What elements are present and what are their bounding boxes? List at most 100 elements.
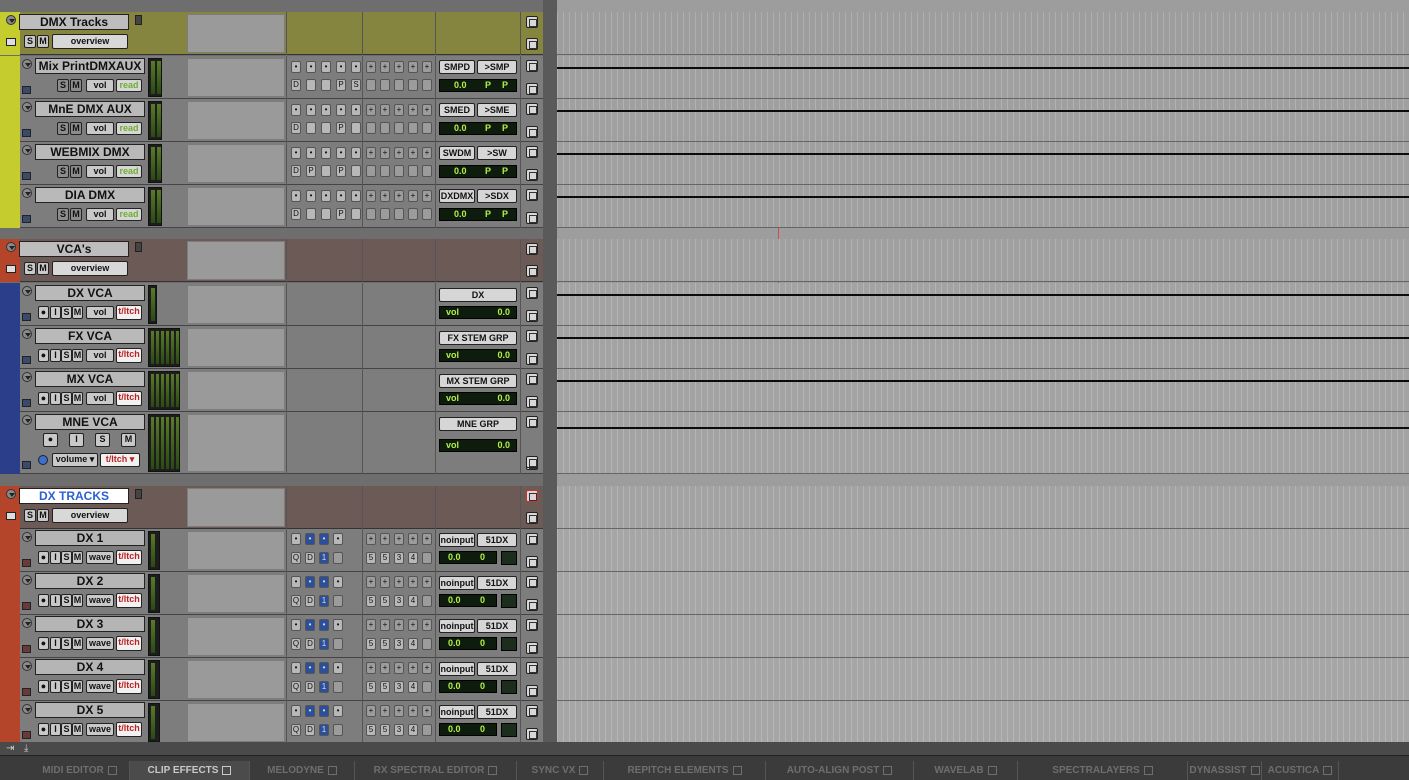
insert-slot-a[interactable]: • bbox=[306, 190, 316, 202]
send-slot[interactable]: + bbox=[366, 705, 376, 717]
solo-button[interactable]: S bbox=[61, 637, 72, 650]
insert-slot-b[interactable] bbox=[321, 208, 331, 220]
timeline-row[interactable] bbox=[557, 326, 1409, 369]
mute-button[interactable]: M bbox=[70, 122, 82, 135]
insert-slot-a[interactable]: • bbox=[305, 705, 315, 717]
volume-display[interactable]: vol 0.0 bbox=[439, 306, 517, 319]
insert-slot-empty[interactable] bbox=[333, 595, 343, 607]
mute-button[interactable]: M bbox=[70, 165, 82, 178]
insert-slot-a[interactable]: • bbox=[291, 662, 301, 674]
folder-disclosure-icon[interactable] bbox=[6, 242, 16, 252]
insert-slot-a[interactable]: • bbox=[306, 61, 316, 73]
send-slot-empty[interactable] bbox=[422, 638, 432, 650]
timeline-row[interactable] bbox=[557, 486, 1409, 529]
solo-button[interactable]: S bbox=[57, 165, 69, 178]
insert-slot-empty[interactable] bbox=[333, 724, 343, 736]
folder-grip-icon[interactable] bbox=[135, 15, 142, 25]
playlist-icon[interactable] bbox=[526, 212, 538, 224]
insert-slot-a[interactable]: • bbox=[291, 533, 301, 545]
disclosure-triangle-icon[interactable] bbox=[22, 415, 32, 425]
playlist-icon[interactable] bbox=[526, 685, 538, 697]
send-slot-b[interactable]: 4 bbox=[408, 638, 418, 650]
insert-slot-b[interactable]: S bbox=[351, 79, 361, 91]
automation-line[interactable] bbox=[557, 153, 1409, 155]
output-window-icon[interactable] bbox=[526, 287, 538, 299]
send-slot[interactable]: + bbox=[380, 662, 390, 674]
insert-slot-a[interactable]: • bbox=[305, 619, 315, 631]
volume-display[interactable]: 0.0 0 bbox=[439, 723, 497, 736]
send-slot-empty[interactable] bbox=[366, 208, 376, 220]
folder-grip-icon[interactable] bbox=[135, 489, 142, 499]
solo-button[interactable]: S bbox=[61, 349, 72, 362]
mute-button[interactable]: M bbox=[72, 306, 83, 319]
disclosure-triangle-icon[interactable] bbox=[22, 145, 32, 155]
view-selector[interactable]: vol bbox=[86, 122, 114, 135]
input-selector[interactable]: noinput bbox=[439, 705, 475, 719]
insert-slot-b[interactable] bbox=[321, 122, 331, 134]
insert-slot-b[interactable]: 1 bbox=[319, 724, 329, 736]
playlist-icon[interactable] bbox=[526, 512, 538, 524]
insert-slot-a[interactable]: • bbox=[336, 61, 346, 73]
disclosure-triangle-icon[interactable] bbox=[22, 188, 32, 198]
send-slot-empty[interactable] bbox=[422, 165, 432, 177]
view-selector[interactable]: wave bbox=[86, 637, 114, 650]
automation-line[interactable] bbox=[557, 67, 1409, 69]
send-slot-empty[interactable] bbox=[366, 79, 376, 91]
send-slot[interactable]: + bbox=[394, 61, 404, 73]
playlist-icon[interactable] bbox=[526, 728, 538, 740]
timeline-row[interactable] bbox=[557, 56, 1409, 99]
insert-slot-a[interactable]: • bbox=[321, 147, 331, 159]
view-selector[interactable]: vol bbox=[86, 392, 114, 405]
solo-button[interactable]: S bbox=[57, 79, 69, 92]
send-slot-empty[interactable] bbox=[422, 79, 432, 91]
insert-slot-a[interactable]: • bbox=[351, 147, 361, 159]
input-button[interactable]: I bbox=[50, 680, 61, 693]
record-button[interactable]: ● bbox=[38, 637, 49, 650]
view-selector[interactable]: wave bbox=[86, 680, 114, 693]
playlist-icon[interactable] bbox=[526, 599, 538, 611]
record-button[interactable]: ● bbox=[38, 392, 49, 405]
output-selector[interactable]: 51DX bbox=[477, 705, 517, 719]
insert-slot-b[interactable] bbox=[306, 208, 316, 220]
insert-slot-a[interactable]: • bbox=[319, 662, 329, 674]
automation-mode[interactable]: t/ltch bbox=[116, 679, 142, 694]
timeline-row[interactable] bbox=[557, 412, 1409, 474]
insert-slot-b[interactable]: D bbox=[305, 724, 315, 736]
send-slot-empty[interactable] bbox=[408, 208, 418, 220]
solo-button[interactable]: S bbox=[61, 551, 72, 564]
automation-mode[interactable]: read bbox=[116, 208, 142, 221]
track-name[interactable]: DX 4 bbox=[35, 659, 145, 675]
send-slot[interactable]: + bbox=[366, 190, 376, 202]
playlist-icon[interactable] bbox=[526, 556, 538, 568]
insert-slot-empty[interactable] bbox=[333, 552, 343, 564]
volume-display[interactable]: vol 0.0 bbox=[439, 349, 517, 362]
timeline-row[interactable] bbox=[557, 615, 1409, 658]
insert-slot-b[interactable]: D bbox=[291, 79, 301, 91]
send-slot-empty[interactable] bbox=[394, 208, 404, 220]
input-button[interactable]: I bbox=[69, 433, 84, 447]
output-window-icon[interactable] bbox=[526, 619, 538, 631]
download-icon[interactable]: ⤓ bbox=[24, 743, 28, 754]
send-slot-empty[interactable] bbox=[394, 79, 404, 91]
insert-slot-a[interactable]: • bbox=[305, 662, 315, 674]
surround-panner-icon[interactable] bbox=[501, 637, 517, 651]
mute-button[interactable]: M bbox=[72, 637, 83, 650]
insert-slot-b[interactable]: 1 bbox=[319, 638, 329, 650]
input-selector[interactable]: noinput bbox=[439, 533, 475, 547]
output-window-icon[interactable] bbox=[526, 60, 538, 72]
send-slot[interactable]: + bbox=[380, 147, 390, 159]
send-slot-b[interactable]: 4 bbox=[408, 595, 418, 607]
send-slot-empty[interactable] bbox=[394, 122, 404, 134]
vca-group-selector[interactable]: MNE GRP bbox=[439, 417, 517, 431]
record-button[interactable]: ● bbox=[38, 349, 49, 362]
volume-display[interactable]: 0.0 0 bbox=[439, 594, 497, 607]
playlist-icon[interactable] bbox=[526, 126, 538, 138]
send-slot[interactable]: + bbox=[366, 147, 376, 159]
input-selector[interactable]: SWDM bbox=[439, 146, 475, 160]
folder-grip-icon[interactable] bbox=[135, 242, 142, 252]
send-slot-b[interactable]: 5 bbox=[380, 681, 390, 693]
insert-slot-a[interactable]: • bbox=[306, 104, 316, 116]
automation-mode[interactable]: t/ltch bbox=[116, 550, 142, 565]
volume-display[interactable]: 0.0 P P bbox=[439, 122, 517, 135]
mute-button[interactable]: M bbox=[72, 723, 83, 736]
